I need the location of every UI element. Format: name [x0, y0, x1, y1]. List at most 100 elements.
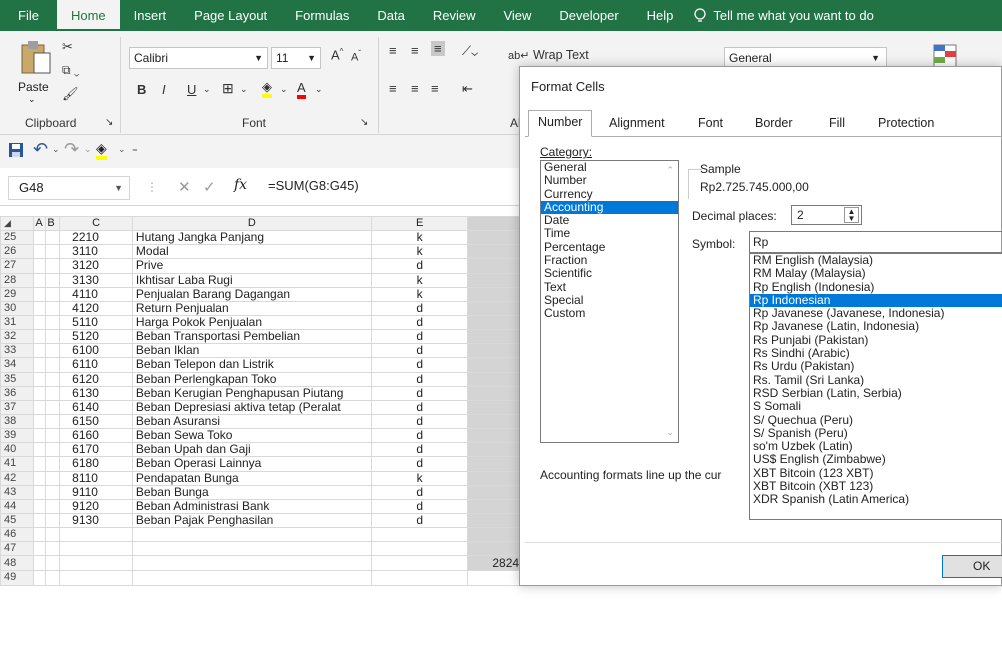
cell-b[interactable] — [45, 314, 61, 331]
cell-code[interactable]: 4120 — [59, 300, 133, 316]
category-item[interactable]: Number — [541, 173, 678, 187]
cell-account-name[interactable]: Beban Pajak Penghasilan — [131, 512, 372, 529]
cell-account-name[interactable]: Return Penjualan — [131, 300, 372, 316]
cell-account-name[interactable]: Harga Pokok Penjualan — [131, 314, 372, 331]
cell-debit-credit[interactable]: d — [370, 498, 469, 514]
cell-a[interactable] — [33, 371, 47, 387]
cell-account-name[interactable]: Beban Telepon dan Listrik — [131, 357, 372, 373]
cell-account-name[interactable]: Beban Upah dan Gaji — [131, 442, 372, 458]
cell-b[interactable] — [45, 258, 61, 274]
cell-account-name[interactable]: Pendapatan Bunga — [131, 470, 372, 486]
fill-color-icon[interactable]: ◈ — [262, 79, 272, 98]
cell-a[interactable] — [33, 413, 47, 430]
tab-protection[interactable]: Protection — [869, 112, 943, 136]
cell-account-name[interactable]: Prive — [131, 258, 372, 274]
cell-a[interactable] — [33, 286, 47, 302]
cell-debit-credit[interactable]: k — [370, 244, 469, 260]
row-header[interactable]: 39 — [0, 428, 35, 444]
row-header[interactable]: 27 — [0, 258, 35, 274]
cell-debit-credit[interactable]: d — [370, 357, 469, 373]
ok-button[interactable]: OK — [942, 555, 1002, 578]
cell-code[interactable]: 2210 — [59, 230, 133, 246]
symbol-option[interactable]: S/ Spanish (Peru) — [750, 426, 1002, 440]
cell-code[interactable]: 6130 — [59, 385, 133, 401]
cancel-icon[interactable]: ✕ — [178, 178, 191, 196]
row-header[interactable]: 31 — [0, 314, 35, 331]
menu-data[interactable]: Data — [363, 0, 418, 31]
symbol-option[interactable]: XBT Bitcoin (123 XBT) — [750, 466, 1002, 480]
category-item[interactable]: Accounting — [541, 200, 678, 215]
cell-debit-credit[interactable]: d — [370, 484, 469, 500]
symbol-option[interactable]: XBT Bitcoin (XBT 123) — [750, 479, 1002, 493]
menu-review[interactable]: Review — [419, 0, 490, 31]
category-list[interactable]: General Number Currency Accounting Date Time P… — [540, 160, 679, 443]
row-header[interactable]: 44 — [0, 498, 35, 514]
col-header-d[interactable]: D — [131, 215, 372, 232]
format-painter-icon[interactable]: 🖌 — [62, 86, 79, 102]
cell-code[interactable]: 6140 — [59, 399, 133, 415]
cell-debit-credit[interactable]: d — [370, 300, 469, 316]
row-header[interactable]: 34 — [0, 357, 35, 373]
cell-a[interactable] — [33, 244, 47, 260]
cell-account-name[interactable]: Beban Iklan — [131, 343, 372, 359]
row-header[interactable]: 32 — [0, 329, 35, 345]
align-right-icon[interactable]: ≡ — [431, 81, 439, 96]
wrap-text-button[interactable]: ab↵ Wrap Text — [508, 48, 589, 62]
symbol-option[interactable]: Rs Sindhi (Arabic) — [750, 346, 1002, 360]
cell-a[interactable] — [33, 456, 47, 472]
symbol-option[interactable]: Rp English (Indonesia) — [750, 280, 1002, 294]
menu-developer[interactable]: Developer — [545, 0, 632, 31]
cell-a[interactable] — [33, 329, 47, 345]
symbol-option[interactable]: US$ English (Zimbabwe) — [750, 453, 1002, 467]
symbol-option[interactable]: Rs Punjabi (Pakistan) — [750, 333, 1002, 347]
copy-icon[interactable]: ⧉ ⌄ — [62, 63, 80, 78]
cell-b[interactable] — [45, 244, 61, 260]
category-item[interactable]: Custom — [541, 306, 678, 320]
cell-code[interactable]: 5120 — [59, 329, 133, 345]
category-item[interactable]: Special — [541, 293, 678, 307]
font-color-icon[interactable]: A — [297, 80, 306, 99]
cell-account-name[interactable]: Hutang Jangka Panjang — [131, 230, 372, 246]
save-icon[interactable] — [8, 142, 24, 161]
font-name-box[interactable]: Calibri ▼ — [129, 47, 268, 69]
cell-account-name[interactable]: Beban Transportasi Pembelian — [131, 329, 372, 345]
scroll-up-icon[interactable]: ⌃ — [666, 165, 674, 176]
italic-button[interactable]: I — [162, 82, 166, 97]
symbol-option[interactable]: Rp Javanese (Latin, Indonesia) — [750, 320, 1002, 334]
menu-home[interactable]: Home — [56, 0, 120, 31]
cell-code[interactable]: 9120 — [59, 498, 133, 514]
row-header[interactable]: 28 — [0, 272, 35, 288]
symbol-option[interactable]: so'm Uzbek (Latin) — [750, 439, 1002, 453]
symbol-dropdown-list[interactable]: RM English (Malaysia) RM Malay (Malaysia)… — [749, 253, 1002, 520]
tab-border[interactable]: Border — [746, 112, 802, 136]
tab-number[interactable]: Number — [528, 110, 593, 137]
row-header[interactable]: 25 — [0, 230, 35, 246]
font-launcher-icon[interactable]: ↘ — [360, 117, 368, 128]
cell-b[interactable] — [45, 470, 61, 486]
insert-function-icon[interactable]: fx — [234, 177, 247, 193]
cell-debit-credit[interactable]: k — [370, 286, 469, 302]
row-header[interactable]: 33 — [0, 343, 35, 359]
cell-b[interactable] — [45, 413, 61, 430]
decrease-indent-icon[interactable]: ⇤ — [462, 81, 473, 97]
category-item[interactable]: Time — [541, 227, 678, 241]
underline-button[interactable]: U — [187, 82, 196, 97]
cell-debit-credit[interactable]: d — [370, 314, 469, 331]
top-align-icon[interactable]: ≡ — [389, 43, 397, 58]
cell-debit-credit[interactable]: k — [370, 470, 469, 486]
cell-b[interactable] — [45, 456, 61, 472]
cell-account-name[interactable]: Modal — [131, 244, 372, 260]
row-header[interactable]: 43 — [0, 484, 35, 500]
menu-formulas[interactable]: Formulas — [281, 0, 363, 31]
menu-page-layout[interactable]: Page Layout — [180, 0, 281, 31]
undo-dropdown-icon[interactable]: ⌄ — [52, 144, 60, 155]
cell-b[interactable] — [45, 484, 61, 500]
category-item[interactable]: Currency — [541, 187, 678, 201]
cell-code[interactable]: 3120 — [59, 258, 133, 274]
col-header-b[interactable]: B — [45, 215, 61, 232]
cell-a[interactable] — [33, 498, 47, 514]
cell-a[interactable] — [33, 470, 47, 486]
row-header[interactable]: 41 — [0, 456, 35, 472]
enter-icon[interactable]: ✓ — [203, 178, 216, 196]
cell-a[interactable] — [33, 230, 47, 246]
